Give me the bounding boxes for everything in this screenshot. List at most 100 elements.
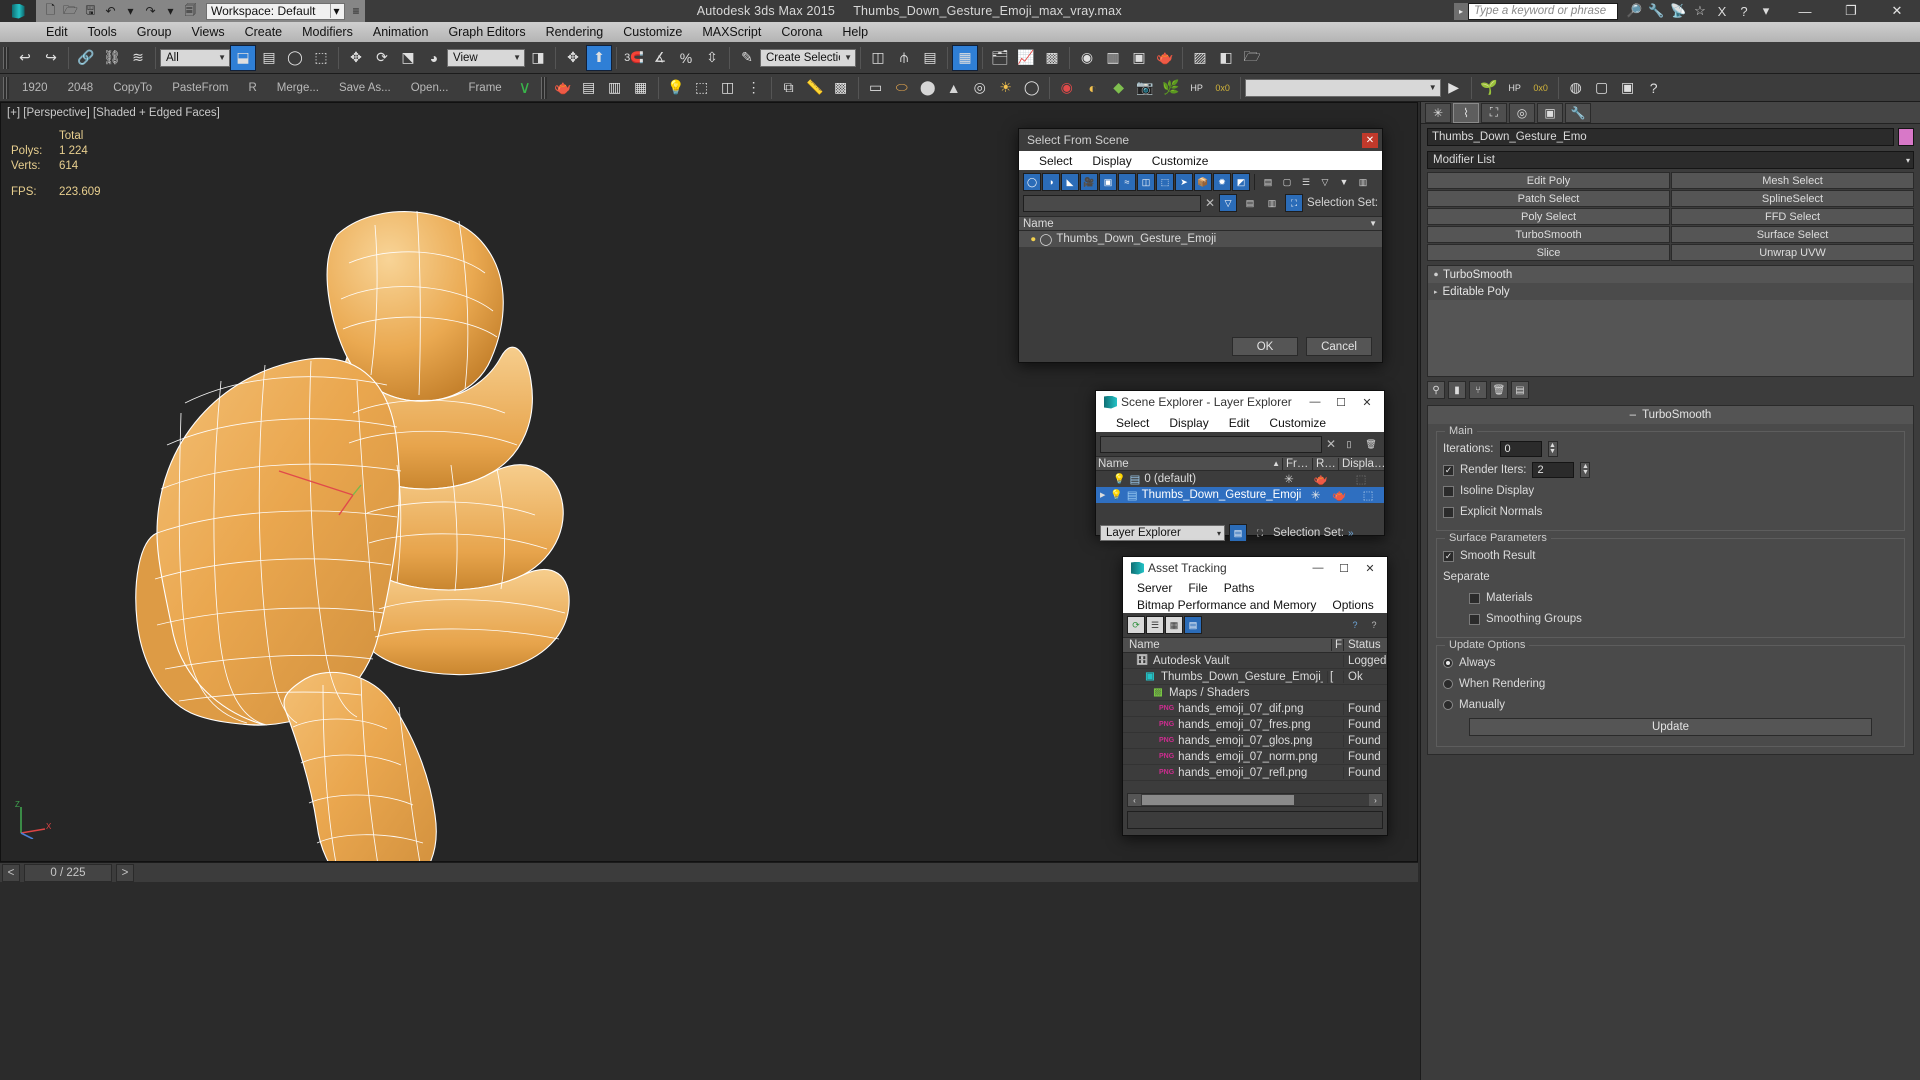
search-input[interactable]: Type a keyword or phrase xyxy=(1468,3,1618,20)
save-as-button[interactable]: Save As... xyxy=(329,82,401,94)
at-menu-options[interactable]: Options xyxy=(1324,598,1381,612)
at-list-item[interactable]: 🗄Autodesk VaultLogged xyxy=(1123,653,1387,669)
chevron-down-icon[interactable]: ▾ xyxy=(1906,156,1910,165)
schematic-view-button[interactable]: ▩ xyxy=(1039,45,1065,71)
tab-hierarchy[interactable]: ⛶ xyxy=(1481,103,1507,123)
tab-modify[interactable]: ⌇ xyxy=(1453,103,1479,123)
se-col-name[interactable]: Name xyxy=(1098,458,1272,470)
align-flyout-button[interactable]: ▤ xyxy=(917,45,943,71)
smoothing-groups-checkbox[interactable] xyxy=(1469,614,1480,625)
percent-snap-toggle-button[interactable]: % xyxy=(673,45,699,71)
modifier-stack-item[interactable]: ▸ Editable Poly xyxy=(1428,283,1913,300)
at-col-f[interactable]: F xyxy=(1331,639,1343,651)
at-col-status[interactable]: Status xyxy=(1343,639,1387,651)
modifier-list-combo[interactable]: Modifier List ▾ xyxy=(1427,151,1914,169)
unlink-selection-button[interactable]: ⛓ xyxy=(99,45,125,71)
se-search-input[interactable] xyxy=(1100,436,1322,453)
array-button[interactable]: ⬚ xyxy=(689,75,715,101)
use-pivot-point-center-button[interactable]: ◨ xyxy=(525,45,551,71)
corona-camera-button[interactable]: 📷 xyxy=(1132,75,1158,101)
scrollbar-thumb[interactable] xyxy=(1142,795,1294,805)
named-selection-set-combo[interactable]: Create Selection Se ▼ xyxy=(760,49,856,67)
select-and-manipulate-button[interactable]: ✥ xyxy=(560,45,586,71)
light-button[interactable]: 💡 xyxy=(663,75,689,101)
update-manually-row[interactable]: Manually xyxy=(1443,696,1898,714)
sfs-list-body[interactable]: ⏺ ◯ Thumbs_Down_Gesture_Emoji xyxy=(1019,231,1382,329)
keyboard-shortcut-override-button[interactable]: ⬆ xyxy=(586,45,612,71)
display-icon[interactable]: ⬚ xyxy=(1352,488,1384,502)
sfs-ok-button[interactable]: OK xyxy=(1232,337,1298,356)
render-iters-checkbox[interactable]: ✓ xyxy=(1443,465,1454,476)
merge-button[interactable]: Merge... xyxy=(267,82,329,94)
help-asset-icon[interactable]: ? xyxy=(1346,616,1364,634)
update-button[interactable]: Update xyxy=(1469,718,1872,736)
at-list-item[interactable]: ▨Maps / Shaders xyxy=(1123,685,1387,701)
edit-named-selection-sets-button[interactable]: ✎ xyxy=(734,45,760,71)
create-new-layer-icon[interactable]: ▯ xyxy=(1340,435,1358,453)
select-region-circle-button[interactable]: ◯ xyxy=(282,45,308,71)
bind-to-space-warp-button[interactable]: ≋ xyxy=(125,45,151,71)
workspace-dropdown-icon[interactable]: ▾ xyxy=(330,4,340,18)
tab-create[interactable]: ✳ xyxy=(1425,103,1451,123)
at-list-item[interactable]: PNGhands_emoji_07_glos.pngFound xyxy=(1123,733,1387,749)
display-space-warps-icon[interactable]: ≈ xyxy=(1118,173,1136,191)
sfs-menu-display[interactable]: Display xyxy=(1082,154,1141,168)
menu-rendering[interactable]: Rendering xyxy=(536,22,614,42)
new-file-icon[interactable]: 🗋 xyxy=(42,2,59,20)
app-logo[interactable] xyxy=(0,0,36,22)
torus-primitive-button[interactable]: ◎ xyxy=(967,75,993,101)
at-list-item[interactable]: PNGhands_emoji_07_norm.pngFound xyxy=(1123,749,1387,765)
update-manually-radio[interactable] xyxy=(1443,700,1453,710)
list-view-icon[interactable]: ☰ xyxy=(1146,616,1164,634)
modifier-stack-item[interactable]: ⏺ TurboSmooth xyxy=(1428,266,1913,283)
material-sample-button[interactable]: ▤ xyxy=(576,75,602,101)
toolbar-grip[interactable] xyxy=(3,47,9,69)
at-list-item[interactable]: PNGhands_emoji_07_refl.pngFound xyxy=(1123,765,1387,781)
mod-slice[interactable]: Slice xyxy=(1427,244,1670,261)
se-overflow-icon[interactable]: » xyxy=(1348,528,1354,539)
at-menu-paths[interactable]: Paths xyxy=(1216,581,1263,595)
se-list-body[interactable]: 💡 ▤ 0 (default) ✳ 🫖 ⬚ ▶ 💡 ▤ Thumbs_Down_… xyxy=(1096,471,1384,521)
toolbar-grip[interactable] xyxy=(541,77,547,99)
help-dropdown-icon[interactable]: ▾ xyxy=(1758,3,1774,19)
corona-proxy-button[interactable]: ◆ xyxy=(1106,75,1132,101)
explicit-normals-checkbox[interactable] xyxy=(1443,507,1454,518)
hdr-button[interactable]: HP xyxy=(1184,75,1210,101)
cone-primitive-button[interactable]: ▲ xyxy=(941,75,967,101)
rollup-minus-icon[interactable]: – xyxy=(1630,409,1642,421)
sfs-menu-select[interactable]: Select xyxy=(1029,154,1082,168)
column-config-icon[interactable]: ▥ xyxy=(1354,173,1372,191)
zero-tool-button[interactable]: 0x0 xyxy=(1528,75,1554,101)
angle-snap-toggle-button[interactable]: ∡ xyxy=(647,45,673,71)
at-list-item[interactable]: ▣Thumbs_Down_Gesture_Emoji_m...[Ok xyxy=(1123,669,1387,685)
minimize-button[interactable]: — xyxy=(1782,0,1828,22)
chevron-down-icon[interactable]: ▼ xyxy=(1425,83,1437,92)
render-icon[interactable]: 🫖 xyxy=(1330,488,1348,502)
menu-views[interactable]: Views xyxy=(181,22,234,42)
layout-button[interactable]: ▦ xyxy=(628,75,654,101)
menu-create[interactable]: Create xyxy=(235,22,293,42)
display-bones-icon[interactable]: ➤ xyxy=(1175,173,1193,191)
at-minimize-button[interactable]: — xyxy=(1305,558,1331,578)
expand-all-icon[interactable]: ▤ xyxy=(1259,173,1277,191)
display-lights-icon[interactable]: ◣ xyxy=(1061,173,1079,191)
skylight-button[interactable]: ◯ xyxy=(1019,75,1045,101)
render-iterative-button[interactable]: ▨ xyxy=(1187,45,1213,71)
rollup-header[interactable]: – TurboSmooth xyxy=(1428,406,1913,424)
exchange-app-store-icon[interactable]: 📡 xyxy=(1670,3,1686,19)
context-help-icon[interactable]: ? xyxy=(1365,616,1383,634)
se-sort-icon[interactable]: ▲ xyxy=(1272,459,1282,468)
sfs-close-button[interactable]: ✕ xyxy=(1362,133,1378,148)
freeze-icon[interactable]: ✳ xyxy=(1305,488,1326,502)
grid-view-icon[interactable]: ▤ xyxy=(1184,616,1202,634)
r-button[interactable]: R xyxy=(238,82,266,94)
se-menu-select[interactable]: Select xyxy=(1106,416,1159,430)
window-crossing-button[interactable]: ⬚ xyxy=(308,45,334,71)
se-mode-combo[interactable]: Layer Explorer ▾ xyxy=(1100,525,1225,541)
mod-turbosmooth[interactable]: TurboSmooth xyxy=(1427,226,1670,243)
refresh-icon[interactable]: ⟳ xyxy=(1127,616,1145,634)
menu-help[interactable]: Help xyxy=(832,22,878,42)
toggle-scene-explorer-button[interactable]: 🗂 xyxy=(987,45,1013,71)
make-unique-icon[interactable]: ⑂ xyxy=(1469,381,1487,399)
vray-button[interactable]: 0x0 xyxy=(1210,75,1236,101)
